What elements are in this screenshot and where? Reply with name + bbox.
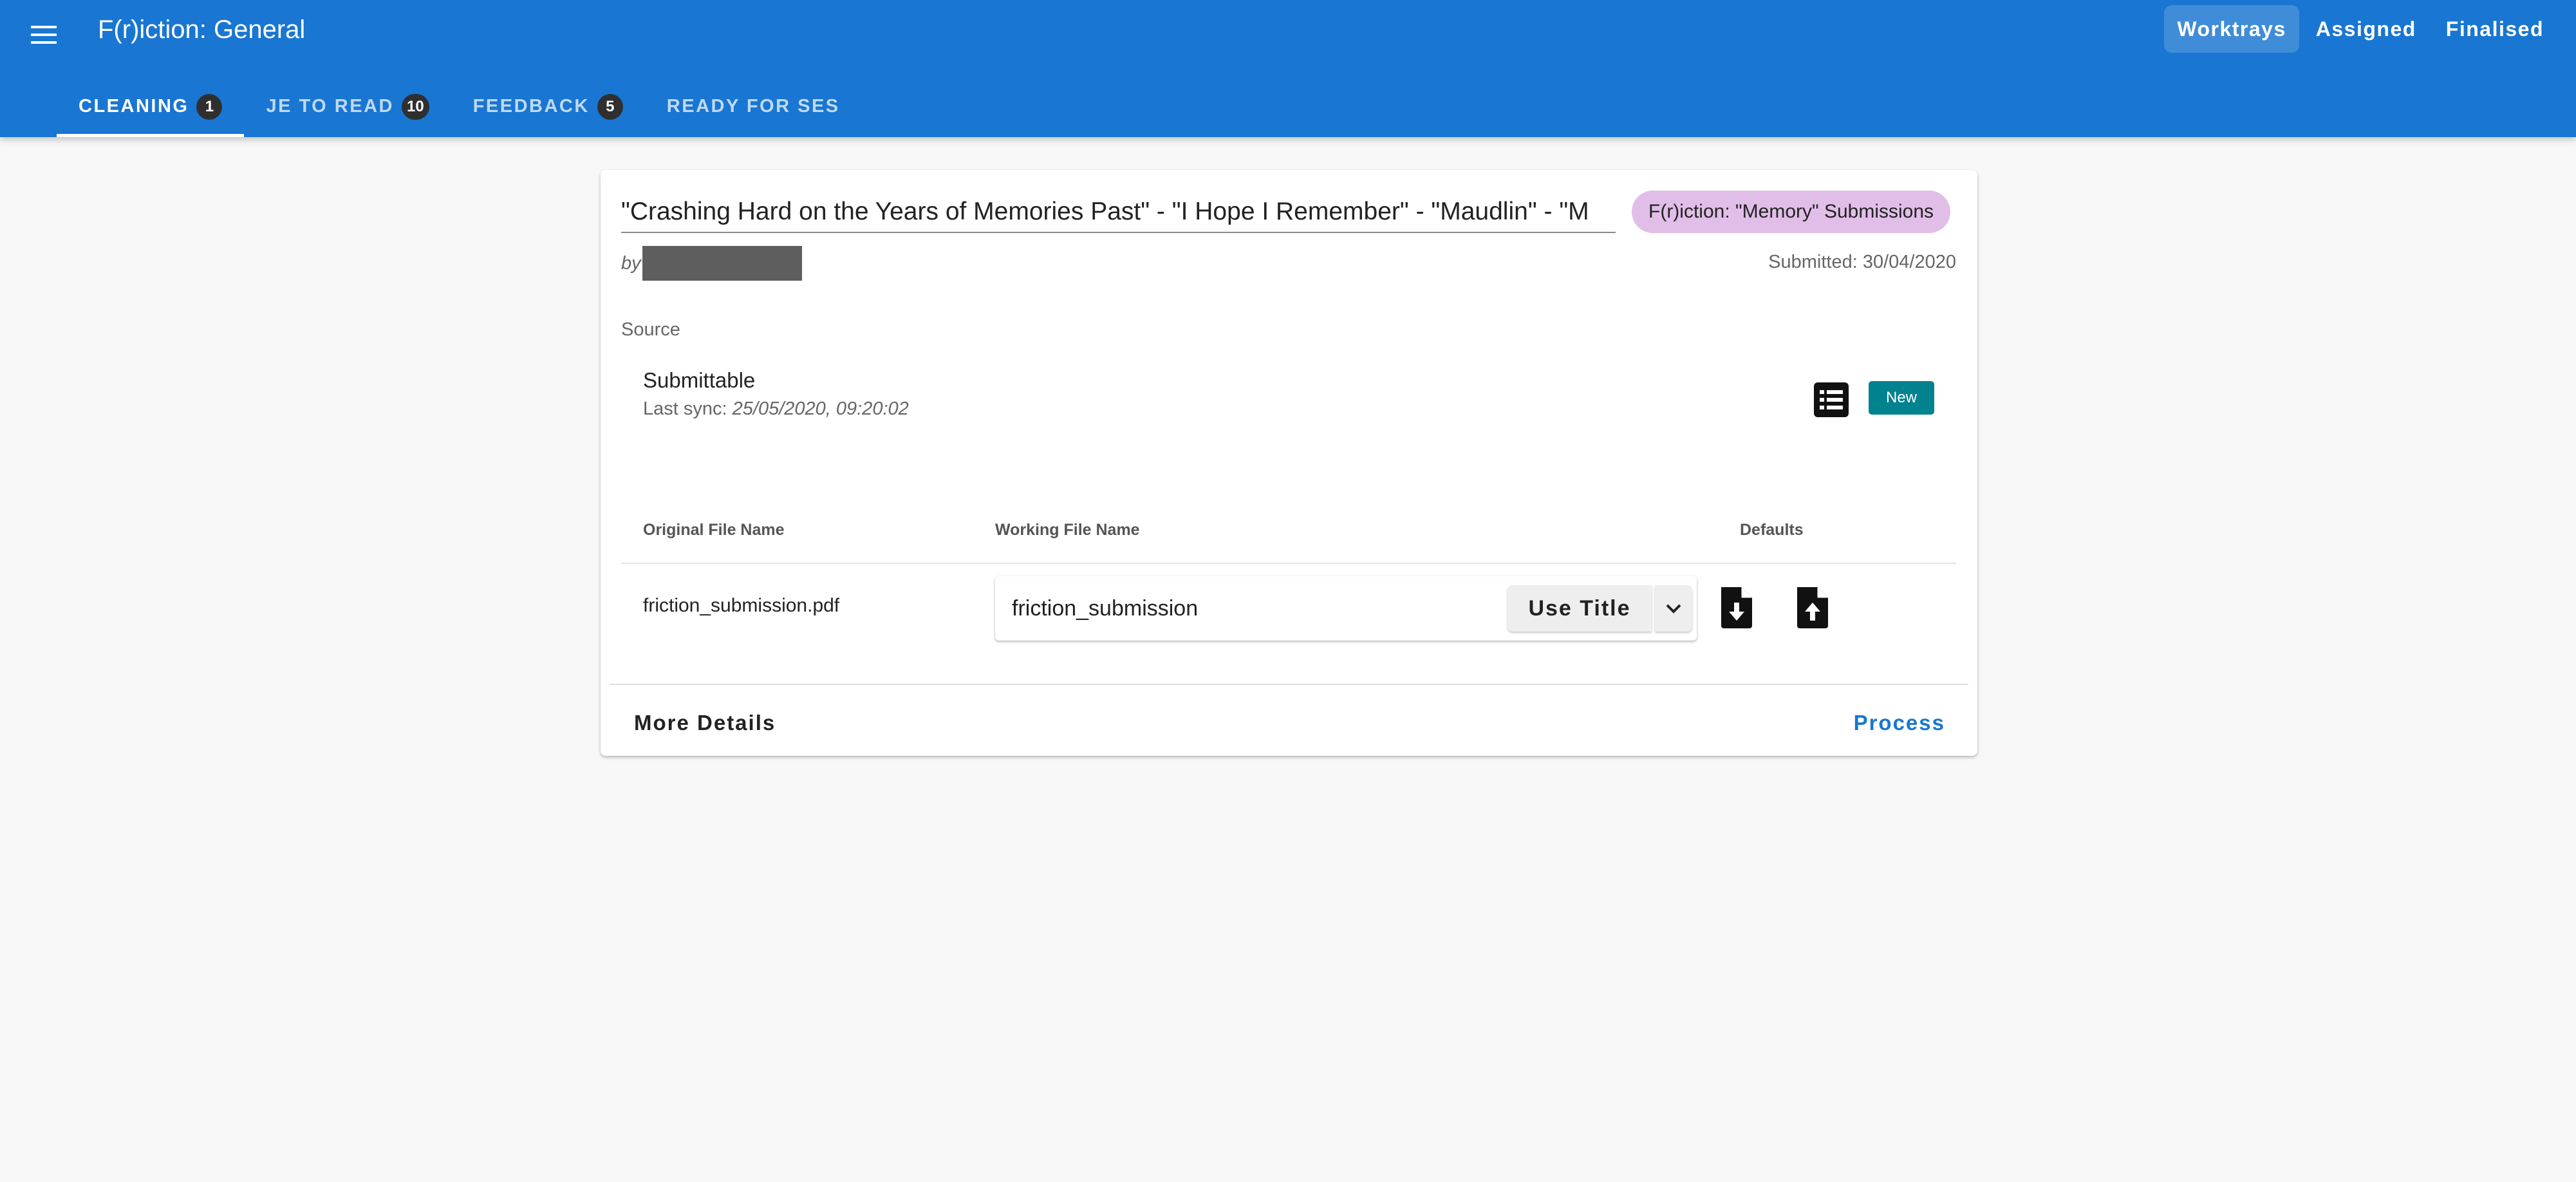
column-header-original: Original File Name — [643, 521, 785, 539]
app-title: F(r)iction: General — [98, 15, 306, 44]
table-divider — [621, 563, 1956, 564]
file-upload-icon[interactable] — [1795, 587, 1831, 628]
original-file-name: friction_submission.pdf — [643, 595, 840, 616]
menu-icon — [31, 26, 57, 44]
nav-finalised[interactable]: Finalised — [2433, 5, 2557, 53]
tab-ready-for-ses[interactable]: READY FOR SES — [645, 76, 862, 137]
nav-assigned[interactable]: Assigned — [2303, 5, 2429, 53]
nav-worktrays[interactable]: Worktrays — [2164, 5, 2299, 53]
author-row: by — [621, 246, 802, 281]
tab-bar: CLEANING 1 JE TO READ 10 FEEDBACK 5 READ… — [57, 76, 862, 137]
more-details-button[interactable]: More Details — [634, 702, 776, 744]
submission-title-field[interactable]: "Crashing Hard on the Years of Memories … — [621, 193, 1616, 233]
tab-label: FEEDBACK — [472, 96, 590, 117]
source-name: Submittable — [643, 368, 756, 392]
file-download-icon[interactable] — [1719, 587, 1755, 628]
process-button[interactable]: Process — [1854, 702, 1945, 744]
status-badge: New — [1869, 381, 1934, 415]
column-header-defaults: Defaults — [1740, 521, 1804, 539]
redacted-author-name — [642, 246, 802, 281]
use-title-button[interactable]: Use Title — [1507, 585, 1652, 632]
last-sync: Last sync: 25/05/2020, 09:20:02 — [643, 399, 909, 420]
tab-label: CLEANING — [79, 96, 189, 117]
card-actions-divider — [610, 684, 1968, 685]
working-file-name-input[interactable]: friction_submission — [1012, 576, 1198, 641]
submission-card: "Crashing Hard on the Years of Memories … — [601, 170, 1977, 756]
column-header-working: Working File Name — [995, 521, 1140, 539]
source-label: Source — [621, 319, 680, 340]
use-title-dropdown-button[interactable] — [1655, 585, 1692, 632]
tab-feedback[interactable]: FEEDBACK 5 — [451, 76, 645, 137]
by-label: by — [621, 252, 641, 274]
submitted-date: Submitted: 30/04/2020 — [1768, 252, 1956, 272]
tab-count-badge: 1 — [196, 93, 223, 120]
top-nav: Worktrays Assigned Finalised — [2164, 5, 2557, 53]
last-sync-label: Last sync: — [643, 399, 733, 419]
collection-chip[interactable]: F(r)iction: "Memory" Submissions — [1632, 191, 1951, 233]
tab-cleaning[interactable]: CLEANING 1 — [57, 76, 245, 137]
last-sync-time: 25/05/2020, 09:20:02 — [732, 399, 909, 419]
app-bar: F(r)iction: General Worktrays Assigned F… — [0, 0, 2576, 137]
tab-count-badge: 5 — [597, 93, 623, 120]
tab-je-to-read[interactable]: JE TO READ 10 — [244, 76, 451, 137]
chevron-down-icon — [1666, 604, 1681, 614]
working-file-name-field[interactable]: friction_submission Use Title — [995, 576, 1697, 641]
tab-label: READY FOR SES — [666, 96, 840, 117]
menu-button[interactable] — [23, 14, 64, 55]
list-icon[interactable] — [1814, 382, 1849, 417]
tab-label: JE TO READ — [266, 96, 394, 117]
tab-count-badge: 10 — [401, 93, 429, 120]
